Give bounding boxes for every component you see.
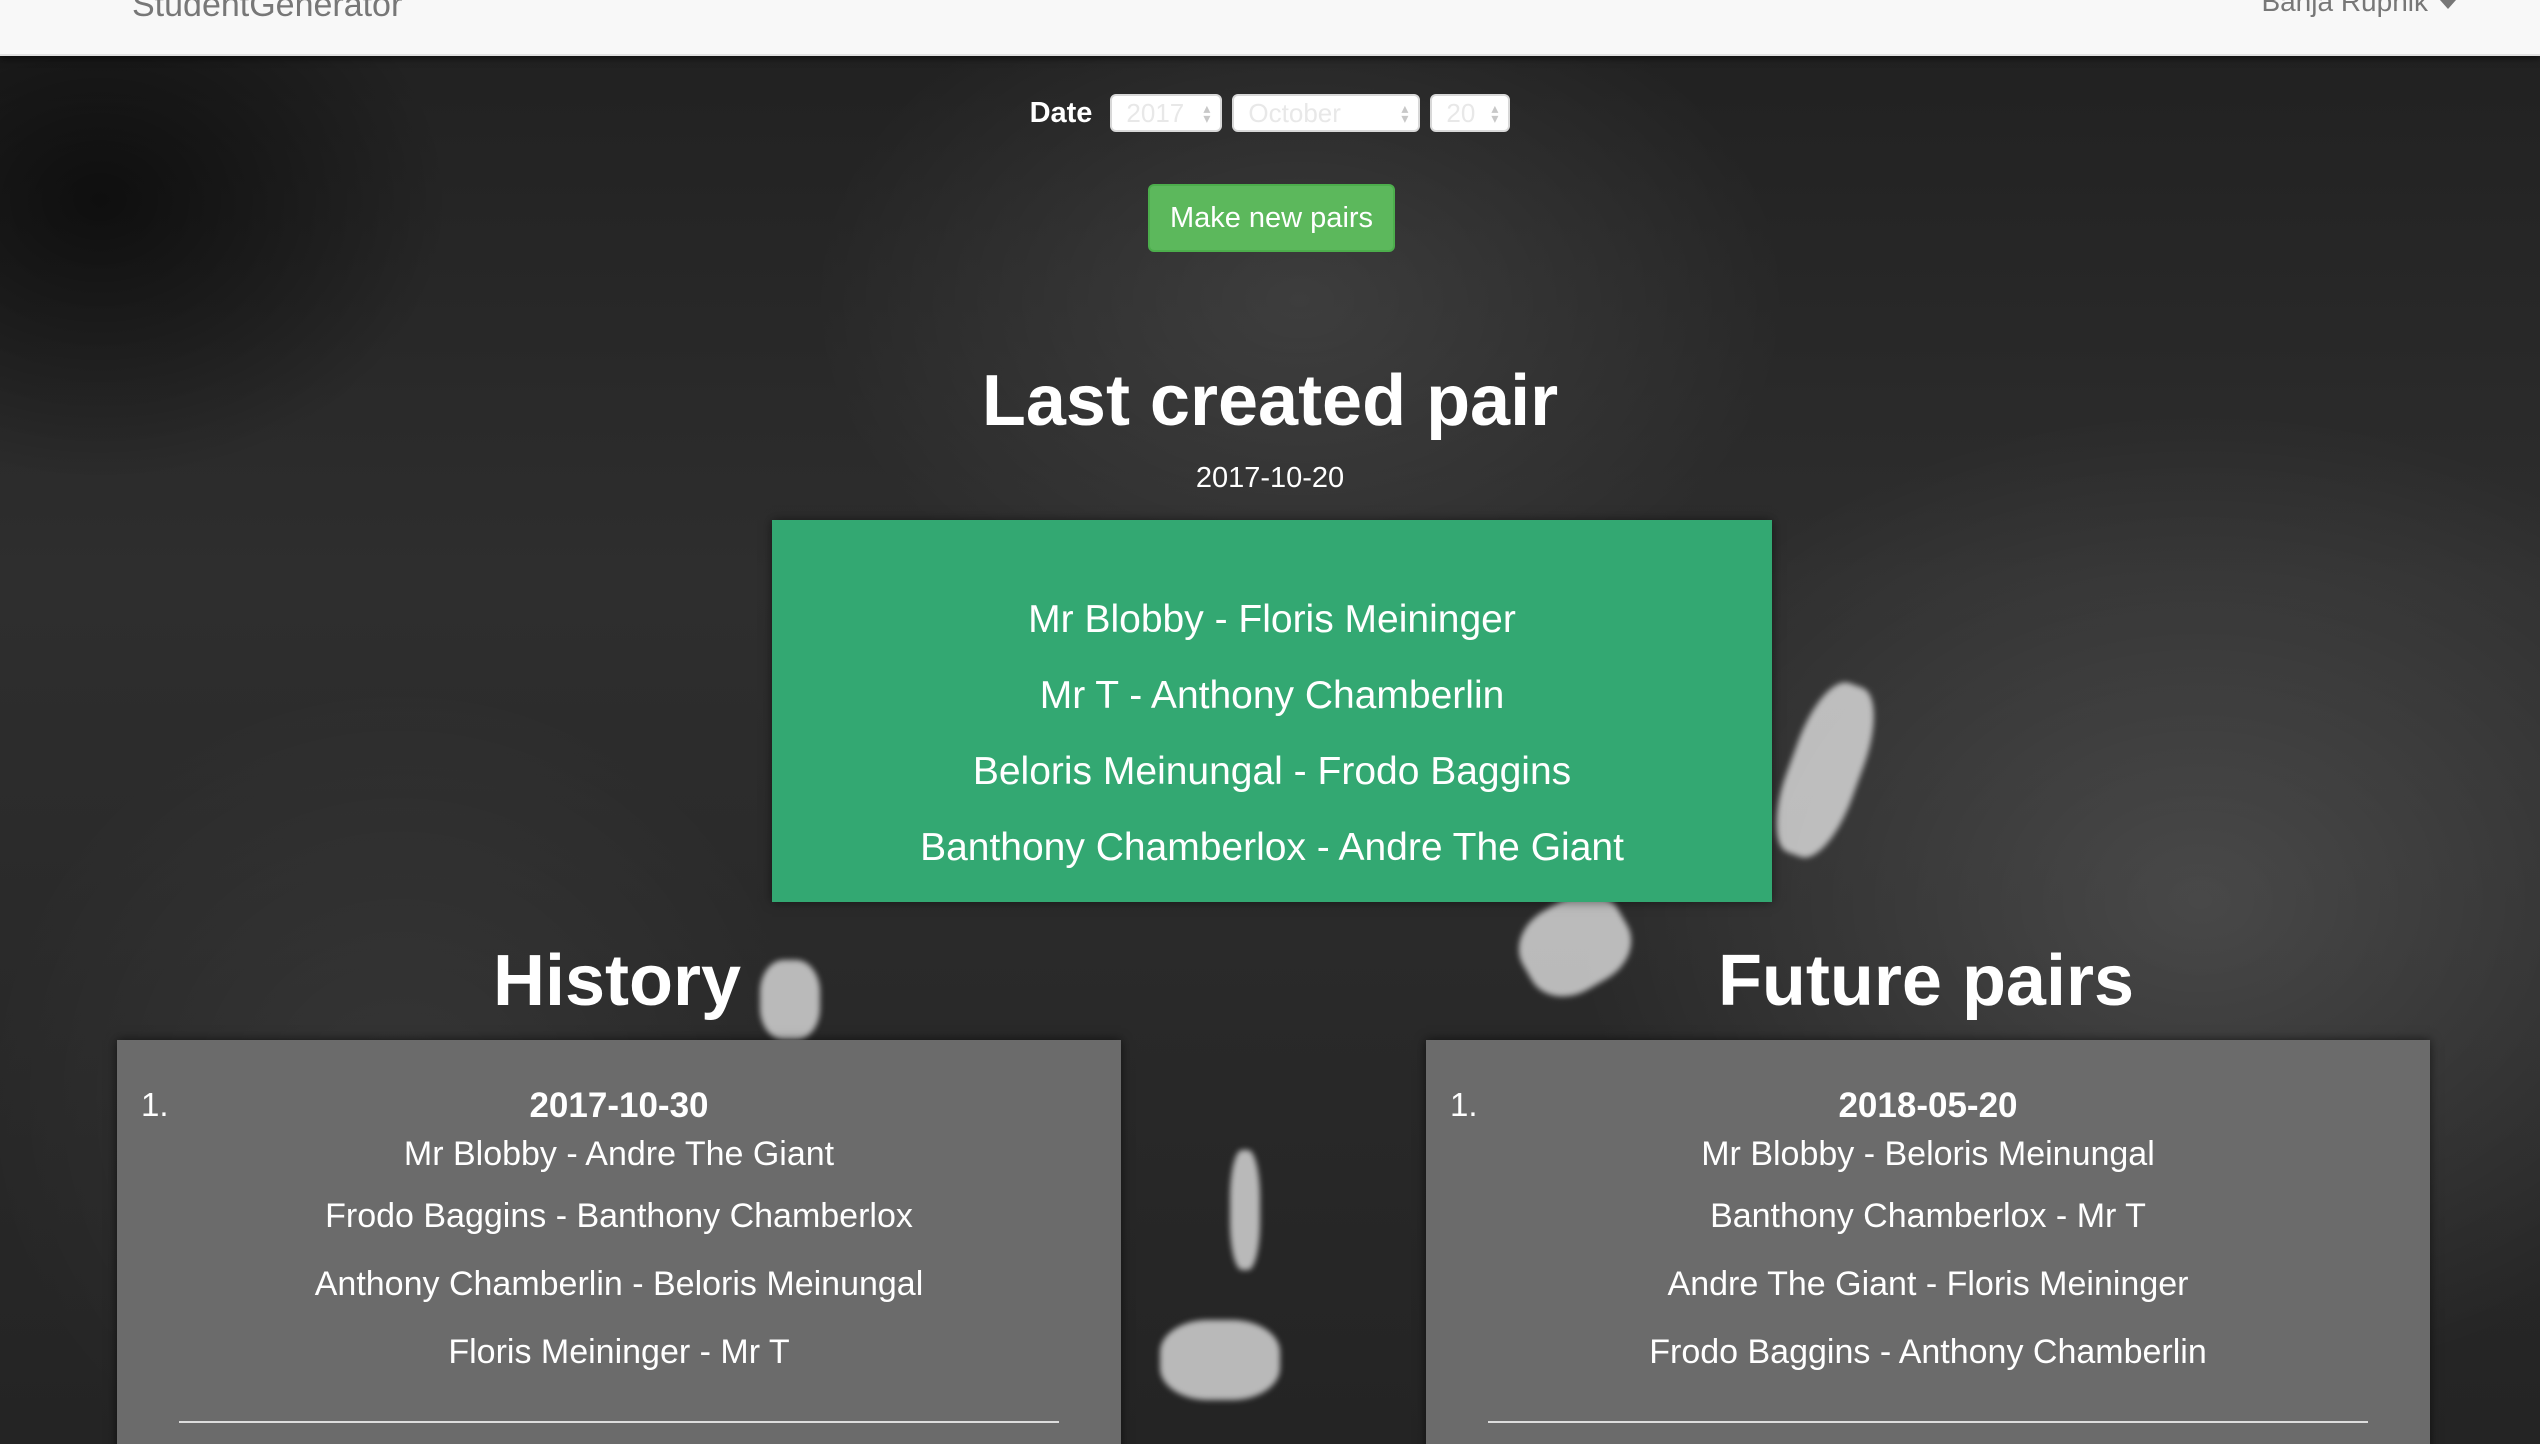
brand-link[interactable]: StudentGenerator [132, 0, 402, 25]
entry-date: 2017-10-30 [529, 1086, 709, 1125]
chevron-down-icon [2440, 0, 2456, 9]
year-select[interactable]: 2017 ▴ ▾ [1110, 94, 1223, 132]
date-picker-row: Date 2017 ▴ ▾ October ▴ ▾ 20 ▴ ▾ [0, 94, 2540, 132]
user-menu-dropdown[interactable]: Banja Rupnik [2261, 0, 2456, 18]
history-title: History [492, 941, 742, 1021]
user-name: Banja Rupnik [2261, 0, 2428, 17]
pair-item: Mr Blobby - Andre The Giant [403, 1135, 835, 1173]
select-arrows-icon: ▴ ▾ [1401, 100, 1409, 126]
pair-item: Banthony Chamberlox - Mr T [1710, 1197, 2146, 1235]
select-arrows-icon: ▴ ▾ [1203, 100, 1211, 126]
pair-item: Beloris Meinungal - Frodo Baggins [972, 750, 1572, 793]
month-select[interactable]: October ▴ ▾ [1232, 94, 1421, 132]
top-navbar: StudentGenerator Banja Rupnik [0, 0, 2540, 56]
pair-item: Anthony Chamberlin - Beloris Meinungal [314, 1265, 924, 1303]
year-select-value: 2017 [1126, 97, 1185, 128]
pair-item: Banthony Chamberlox - Andre The Giant [920, 826, 1624, 869]
date-label: Date [1029, 96, 1093, 129]
pair-item: Floris Meininger - Mr T [448, 1333, 790, 1371]
month-select-value: October [1248, 97, 1341, 128]
pair-item: Frodo Baggins - Anthony Chamberlin [1649, 1333, 2207, 1371]
divider [1488, 1421, 2368, 1423]
last-created-date: 2017-10-20 [1195, 462, 1345, 494]
select-arrows-icon: ▴ ▾ [1491, 100, 1499, 126]
entry-date: 2018-05-20 [1838, 1086, 2018, 1125]
last-created-pairs-box: Mr Blobby - Floris Meininger Mr T - Anth… [772, 520, 1772, 902]
pair-item: Mr Blobby - Beloris Meinungal [1701, 1135, 2155, 1173]
last-created-title: Last created pair [981, 361, 1559, 441]
history-entry: 2017-10-30 Mr Blobby - Andre The Giant F… [117, 1086, 1121, 1386]
make-new-pairs-button[interactable]: Make new pairs [1148, 184, 1395, 252]
pair-item: Andre The Giant - Floris Meininger [1667, 1265, 2189, 1303]
divider [179, 1421, 1059, 1423]
future-pairs-title: Future pairs [1717, 941, 2135, 1021]
pair-item: Mr T - Anthony Chamberlin [1039, 674, 1505, 717]
future-entry: 2018-05-20 Mr Blobby - Beloris Meinungal… [1426, 1086, 2430, 1386]
chalk-smudge [1160, 1320, 1280, 1400]
pair-item: Mr Blobby - Floris Meininger [1028, 598, 1516, 641]
day-select[interactable]: 20 ▴ ▾ [1430, 94, 1511, 132]
pair-item: Frodo Baggins - Banthony Chamberlox [325, 1197, 913, 1235]
history-panel: 1. 2017-10-30 Mr Blobby - Andre The Gian… [117, 1040, 1121, 1444]
day-select-value: 20 [1446, 97, 1476, 128]
chalk-smudge [1230, 1150, 1260, 1270]
chalk-smudge [1761, 673, 1889, 867]
future-pairs-panel: 1. 2018-05-20 Mr Blobby - Beloris Meinun… [1426, 1040, 2430, 1444]
